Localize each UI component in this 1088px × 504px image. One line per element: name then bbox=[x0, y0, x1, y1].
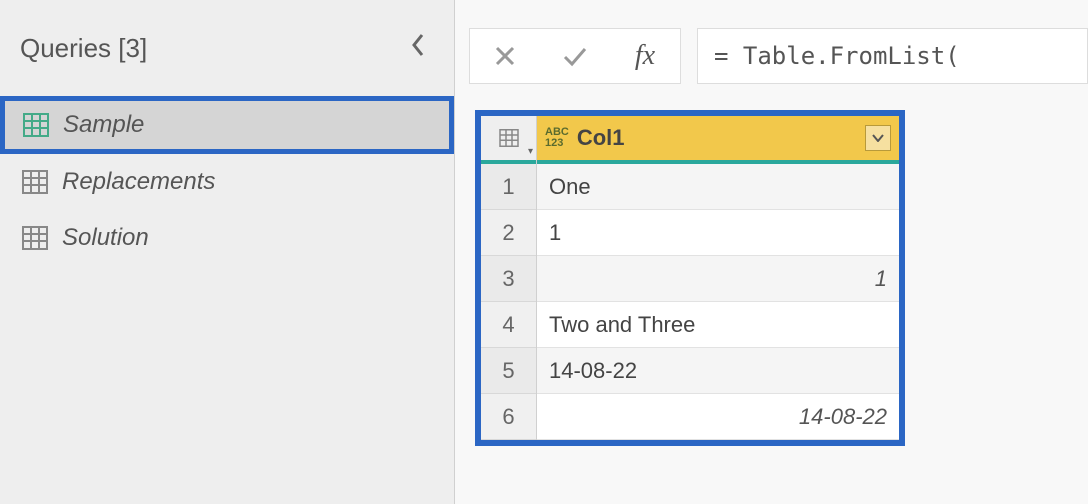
query-item-solution[interactable]: Solution bbox=[0, 210, 454, 266]
column-header[interactable]: ABC 123 Col1 bbox=[537, 116, 899, 164]
data-table: ▾ 1 2 3 4 5 6 ABC 123 Col1 bbox=[475, 110, 905, 446]
cancel-formula-button[interactable] bbox=[470, 29, 540, 83]
chevron-down-icon: ▾ bbox=[528, 146, 533, 157]
row-number[interactable]: 1 bbox=[481, 164, 536, 210]
table-icon bbox=[22, 170, 48, 194]
table-icon bbox=[23, 113, 49, 137]
formula-bar: fx = Table.FromList( bbox=[469, 28, 1088, 84]
confirm-formula-button[interactable] bbox=[540, 29, 610, 83]
fx-icon[interactable]: fx bbox=[610, 29, 680, 83]
query-item-replacements[interactable]: Replacements bbox=[0, 154, 454, 210]
datatype-any-icon: ABC 123 bbox=[545, 127, 569, 149]
collapse-panel-button[interactable] bbox=[402, 28, 434, 68]
column-name: Col1 bbox=[577, 125, 857, 151]
data-cell[interactable]: 14-08-22 bbox=[537, 394, 899, 440]
data-cell[interactable]: 14-08-22 bbox=[537, 348, 899, 394]
row-number[interactable]: 5 bbox=[481, 348, 536, 394]
formula-controls: fx bbox=[469, 28, 681, 84]
table-icon bbox=[22, 226, 48, 250]
editor-panel: fx = Table.FromList( ▾ 1 2 3 4 5 6 bbox=[455, 0, 1088, 504]
data-cell[interactable]: 1 bbox=[537, 256, 899, 302]
data-cell[interactable]: Two and Three bbox=[537, 302, 899, 348]
data-cell[interactable]: 1 bbox=[537, 210, 899, 256]
query-label: Sample bbox=[63, 111, 144, 139]
data-column: ABC 123 Col1 One 1 1 Two and Three 14-08… bbox=[537, 116, 899, 440]
row-number[interactable]: 6 bbox=[481, 394, 536, 440]
queries-title: Queries [3] bbox=[20, 33, 147, 64]
table-corner-button[interactable]: ▾ bbox=[481, 116, 536, 164]
data-cell[interactable]: One bbox=[537, 164, 899, 210]
query-label: Replacements bbox=[62, 168, 215, 196]
row-number[interactable]: 3 bbox=[481, 256, 536, 302]
row-number[interactable]: 4 bbox=[481, 302, 536, 348]
query-item-sample[interactable]: Sample bbox=[0, 96, 454, 154]
queries-panel: Queries [3] Sample Replacements Solution bbox=[0, 0, 455, 504]
table-icon bbox=[499, 129, 519, 147]
column-filter-button[interactable] bbox=[865, 125, 891, 151]
query-label: Solution bbox=[62, 224, 149, 252]
queries-header: Queries [3] bbox=[0, 28, 454, 96]
app-root: Queries [3] Sample Replacements Solution bbox=[0, 0, 1088, 504]
row-number-column: ▾ 1 2 3 4 5 6 bbox=[481, 116, 537, 440]
formula-text: = Table.FromList( bbox=[714, 42, 960, 70]
formula-input[interactable]: = Table.FromList( bbox=[697, 28, 1088, 84]
row-number[interactable]: 2 bbox=[481, 210, 536, 256]
